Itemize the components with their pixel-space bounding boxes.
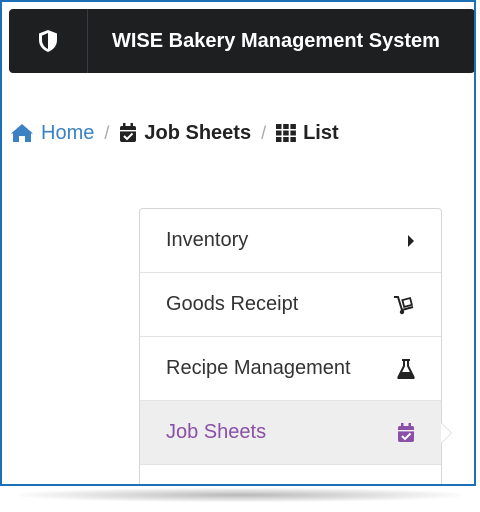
app-frame: WISE Bakery Management System Home / Job… — [0, 0, 476, 486]
menu-item-label: Job Sheets — [166, 421, 267, 443]
calendar-check-icon — [120, 123, 137, 142]
breadcrumb-separator: / — [261, 122, 267, 143]
menu-item-label: Inventory — [166, 229, 249, 251]
menu-item-label: Goods Receipt — [166, 293, 299, 315]
top-navbar: WISE Bakery Management System — [9, 9, 474, 73]
frame-shadow — [20, 488, 460, 502]
flask-icon — [397, 358, 415, 379]
menu-item-recipe-management[interactable]: Recipe Management — [140, 337, 441, 401]
breadcrumb-job-sheets-label: Job Sheets — [144, 121, 252, 144]
shield-icon[interactable] — [9, 9, 88, 73]
menu-item-inventory[interactable]: Inventory — [140, 209, 441, 273]
breadcrumb-home-label: Home — [41, 121, 95, 144]
side-menu: Inventory Goods Receipt Recipe Managemen… — [139, 208, 452, 484]
menu-item-job-sheets[interactable]: Job Sheets — [140, 401, 452, 465]
breadcrumb-job-sheets[interactable]: Job Sheets — [119, 122, 251, 145]
breadcrumb: Home / Job Sheets / List — [10, 120, 339, 146]
caret-right-icon — [407, 234, 415, 247]
app-title: WISE Bakery Management System — [112, 29, 440, 52]
breadcrumb-separator: / — [104, 122, 110, 143]
breadcrumb-list-label: List — [303, 121, 339, 144]
breadcrumb-list: List — [276, 122, 339, 145]
breadcrumb-home[interactable]: Home — [10, 122, 94, 145]
grid-icon — [276, 124, 296, 142]
calendar-check-icon — [397, 422, 415, 443]
menu-item-empty — [140, 465, 441, 484]
dolly-icon — [393, 295, 415, 315]
menu-item-label: Recipe Management — [166, 357, 351, 379]
menu-item-goods-receipt[interactable]: Goods Receipt — [140, 273, 441, 337]
home-icon — [11, 124, 33, 142]
